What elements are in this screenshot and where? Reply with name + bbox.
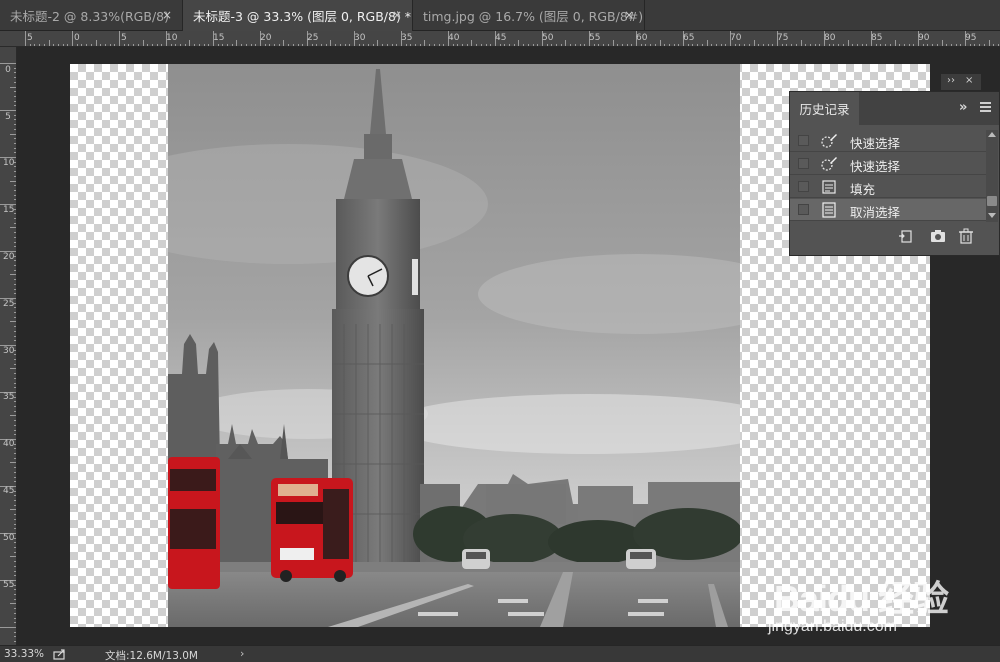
vertical-ruler[interactable]: 0 5 10 15 20 25 30 35 40 45 50 55 [0, 47, 17, 645]
ruler-label-text: 30 [3, 346, 15, 356]
ruler-label-text: 5 [5, 112, 11, 122]
snapshot-source-checkbox[interactable] [798, 135, 809, 146]
ruler-label: 45 [495, 33, 507, 43]
new-document-from-state-icon[interactable] [898, 228, 914, 244]
ruler-label-text: 0 [5, 65, 11, 75]
panel-dock-header: ›› × [941, 74, 981, 90]
snapshot-source-checkbox[interactable] [798, 204, 809, 215]
history-state-selected[interactable]: 取消选择 [790, 199, 986, 221]
ruler-label: 50 [3, 533, 15, 543]
trash-icon[interactable] [958, 228, 974, 244]
close-icon[interactable]: × [624, 8, 634, 22]
ruler-label: 10 [3, 158, 15, 168]
canvas-image-big-ben[interactable] [168, 64, 740, 627]
status-bar: 33.33% 文档:12.6M/13.0M › [0, 645, 1000, 662]
ruler-label: 50 [542, 33, 554, 43]
history-state[interactable]: 快速选择 [790, 130, 986, 152]
ruler-label: 5 [27, 33, 33, 43]
scroll-thumb[interactable] [987, 196, 997, 206]
history-state-label: 填充 [850, 182, 876, 197]
scroll-up-arrow-icon[interactable] [988, 132, 996, 137]
quick-selection-icon [821, 134, 837, 148]
ruler-label: 45 [3, 486, 15, 496]
ruler-label: 55 [589, 33, 601, 43]
tab-untitled-2[interactable]: 未标题-2 @ 8.33%(RGB/8) × [0, 0, 183, 31]
tab-label: 未标题-2 @ 8.33%(RGB/8) [10, 9, 169, 24]
panel-header: 历史记录 » [790, 92, 999, 125]
ruler-label: 55 [3, 580, 15, 590]
close-icon[interactable]: × [162, 8, 172, 22]
ruler-label-text: 35 [3, 392, 15, 402]
ruler-label: 15 [3, 205, 15, 215]
ruler-label: 70 [730, 33, 742, 43]
ruler-label: 40 [3, 439, 15, 449]
watermark-logo-text: Baidu 经验 [774, 578, 949, 619]
watermark-url: jingyan.baidu.com [768, 618, 897, 635]
tab-label: 未标题-3 @ 33.3% (图层 0, RGB/8) * [193, 9, 412, 24]
ruler-label: 80 [824, 33, 836, 43]
doc-icon [822, 202, 836, 218]
ruler-label: 90 [918, 33, 930, 43]
snapshot-source-checkbox[interactable] [798, 158, 809, 169]
ruler-label: 5 [121, 33, 127, 43]
ruler-label-text: 10 [3, 158, 15, 168]
ruler-label: 75 [777, 33, 789, 43]
close-icon[interactable]: × [392, 8, 402, 22]
tab-timg-jpg[interactable]: timg.jpg @ 16.7% (图层 0, RGB/8#) * × [413, 0, 645, 31]
history-scrollbar[interactable] [986, 130, 998, 222]
close-icon[interactable]: × [965, 75, 973, 86]
ruler-label: 5 [3, 113, 13, 122]
big-ben-photo [168, 64, 740, 627]
history-state[interactable]: 填充 [790, 176, 986, 198]
ruler-label: 65 [683, 33, 695, 43]
history-panel: 历史记录 » 快速选择 快速选择 填充 取消选择 [789, 91, 1000, 256]
ruler-label: 0 [74, 33, 80, 43]
document-tab-bar: 未标题-2 @ 8.33%(RGB/8) × 未标题-3 @ 33.3% (图层… [0, 0, 1000, 31]
ruler-label: 40 [448, 33, 460, 43]
ruler-label-text: 50 [3, 533, 15, 543]
history-list: 快速选择 快速选择 填充 取消选择 [790, 130, 986, 222]
ruler-label-text: 45 [3, 486, 15, 496]
ruler-label: 0 [3, 66, 13, 75]
ruler-label: 10 [166, 33, 178, 43]
expand-panels-icon[interactable]: ›› [947, 75, 955, 86]
ruler-label-text: 40 [3, 439, 15, 449]
ruler-label: 35 [3, 392, 15, 402]
history-state-label: 快速选择 [850, 136, 901, 151]
ruler-label: 60 [636, 33, 648, 43]
snapshot-camera-icon[interactable] [930, 228, 946, 244]
ruler-label-text: 20 [3, 252, 15, 262]
history-state-label: 取消选择 [850, 205, 901, 220]
ruler-label: 15 [213, 33, 225, 43]
ruler-label: 20 [3, 252, 15, 262]
panel-menu-icon[interactable] [980, 102, 991, 112]
collapse-panel-icon[interactable]: » [959, 100, 967, 115]
fill-doc-icon [822, 180, 836, 194]
ruler-label-text: 15 [3, 205, 15, 215]
ruler-label: 35 [401, 33, 413, 43]
ruler-label: 85 [871, 33, 883, 43]
snapshot-source-checkbox[interactable] [798, 181, 809, 192]
ruler-label-text: 55 [3, 580, 15, 590]
zoom-level[interactable]: 33.33% [4, 648, 44, 660]
tab-untitled-3[interactable]: 未标题-3 @ 33.3% (图层 0, RGB/8) * × [183, 0, 413, 31]
ruler-label: 25 [3, 299, 15, 309]
horizontal-ruler[interactable]: 5 0 5 10 15 20 25 30 35 40 45 50 55 60 6… [0, 31, 1000, 47]
tab-history[interactable]: 历史记录 [790, 92, 859, 125]
history-state-label: 快速选择 [850, 159, 901, 174]
ruler-label-text: 25 [3, 299, 15, 309]
quick-selection-icon [821, 157, 837, 171]
ruler-label: 30 [354, 33, 366, 43]
share-export-icon[interactable] [53, 649, 66, 660]
tab-label: timg.jpg @ 16.7% (图层 0, RGB/8#) * [423, 9, 645, 24]
ruler-label: 95 [965, 33, 977, 43]
ruler-label: 30 [3, 346, 15, 356]
scroll-down-arrow-icon[interactable] [988, 213, 996, 218]
baidu-jingyan-watermark: Baidu 经验 jingyan.baidu.com [760, 552, 960, 642]
chevron-right-icon[interactable]: › [240, 647, 244, 660]
document-size-info: 文档:12.6M/13.0M [105, 650, 198, 662]
ruler-label: 25 [307, 33, 319, 43]
ruler-label: 20 [260, 33, 272, 43]
history-state[interactable]: 快速选择 [790, 153, 986, 175]
